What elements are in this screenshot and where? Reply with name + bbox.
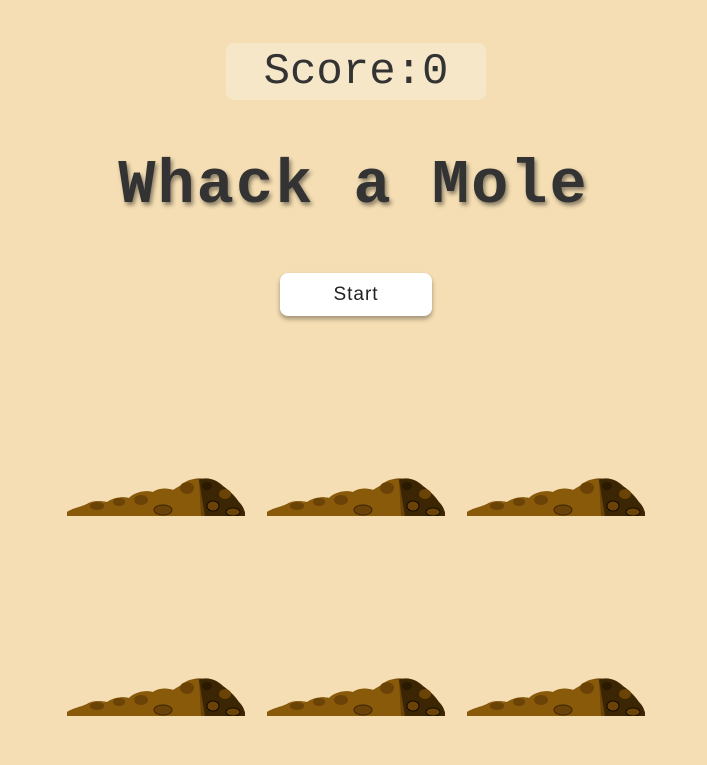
mole-hole-6[interactable] [467,674,645,716]
dirt-mound-icon [67,478,245,516]
game-title: Whack a Mole [118,150,589,221]
mole-hole-3[interactable] [467,474,645,516]
mole-hole-4[interactable] [67,674,245,716]
score-value: 0 [422,46,449,97]
dirt-mound-icon [267,478,445,516]
mole-hole-5[interactable] [267,674,445,716]
dirt-mound-icon [467,478,645,516]
mole-hole-2[interactable] [267,474,445,516]
start-button[interactable]: Start [280,273,432,316]
score-label: Score: [263,46,423,97]
dirt-mound-icon [67,678,245,716]
dirt-mound-icon [467,678,645,716]
dirt-mound-icon [267,678,445,716]
mole-hole-1[interactable] [67,474,245,516]
game-page: Score: 0 Whack a Mole Start [0,0,707,765]
score-display: Score: 0 [226,43,486,100]
